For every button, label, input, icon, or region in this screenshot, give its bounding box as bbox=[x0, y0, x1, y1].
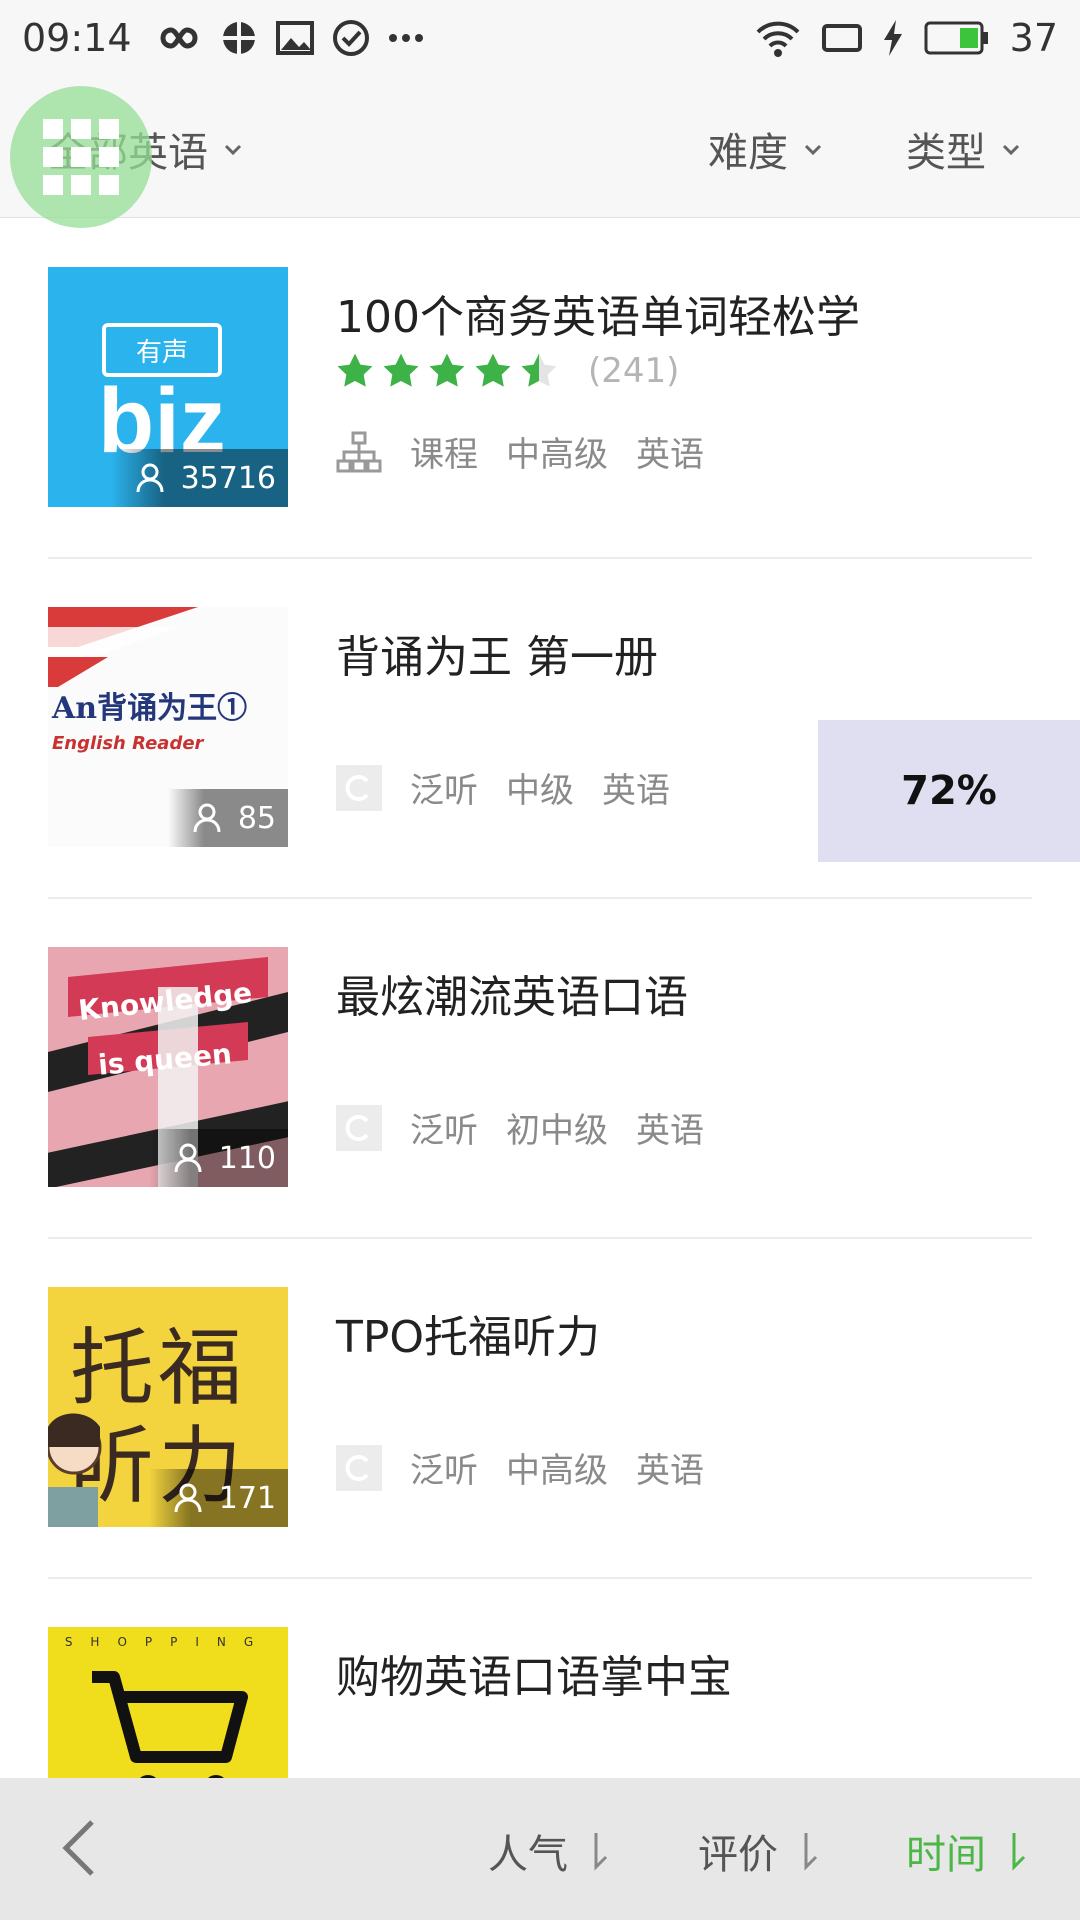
chevron-down-icon bbox=[1002, 144, 1020, 156]
battery-level: 37 bbox=[1009, 16, 1058, 60]
list-item[interactable]: Knowledge is queen 110 最炫潮流英语口语 泛听 初中级 英… bbox=[48, 899, 1032, 1239]
star-icon bbox=[429, 353, 465, 387]
tag-type: 泛听 bbox=[410, 1451, 478, 1491]
cover-subtitle: English Reader bbox=[52, 733, 204, 754]
course-meta: 泛听 初中级 英语 bbox=[336, 1103, 704, 1152]
person-icon bbox=[193, 803, 221, 833]
sort-down-icon bbox=[1012, 1833, 1026, 1871]
sort-time-button[interactable]: 时间 bbox=[906, 1822, 1028, 1880]
listener-count-value: 110 bbox=[218, 1140, 276, 1176]
more-icon bbox=[388, 33, 424, 43]
cover-title: An背诵为王① bbox=[52, 691, 248, 726]
status-bar: 09:14 37 bbox=[0, 0, 1080, 76]
person-icon bbox=[174, 1143, 202, 1173]
course-title: 背诵为王 第一册 bbox=[336, 632, 658, 683]
progress-percent-badge: 72% bbox=[818, 720, 1080, 862]
chevron-down-icon bbox=[224, 144, 242, 156]
course-meta: 泛听 中高级 英语 bbox=[336, 1443, 704, 1492]
course-title: TPO托福听力 bbox=[336, 1312, 601, 1363]
course-meta: 泛听 中级 英语 bbox=[336, 763, 670, 812]
filter-difficulty[interactable]: 难度 bbox=[708, 120, 824, 178]
filter-bar: 全部英语 难度 类型 bbox=[0, 76, 1080, 218]
chevron-down-icon bbox=[804, 144, 822, 156]
tag-level: 中高级 bbox=[506, 1451, 608, 1491]
course-cover: 有声 biz 35716 bbox=[48, 267, 288, 507]
listen-badge-icon bbox=[336, 1444, 382, 1491]
back-arrow-icon[interactable] bbox=[56, 1818, 106, 1878]
infinity-icon bbox=[150, 23, 202, 53]
listen-badge-icon bbox=[336, 1104, 382, 1151]
sort-bar: 人气 评价 时间 bbox=[0, 1778, 1080, 1920]
tag-language: 英语 bbox=[636, 435, 704, 475]
hierarchy-icon bbox=[336, 431, 382, 472]
wifi-icon bbox=[754, 18, 802, 58]
listener-count: 171 bbox=[148, 1469, 288, 1527]
cover-label: SHOPPING bbox=[64, 1635, 272, 1649]
filter-type[interactable]: 类型 bbox=[906, 120, 1022, 178]
course-meta: 课程 中高级 英语 bbox=[336, 427, 704, 476]
listen-badge-icon bbox=[336, 764, 382, 811]
tag-type: 泛听 bbox=[410, 1111, 478, 1151]
tag-type: 泛听 bbox=[410, 771, 478, 811]
tag-level: 中高级 bbox=[506, 435, 608, 475]
listener-count-value: 35716 bbox=[180, 460, 276, 496]
sort-time-label: 时间 bbox=[906, 1832, 986, 1878]
rating-stars: (241) bbox=[336, 351, 679, 391]
sort-rating-button[interactable]: 评价 bbox=[698, 1822, 820, 1880]
listener-count: 85 bbox=[167, 789, 288, 847]
grid-icon bbox=[43, 119, 119, 195]
grid-menu-button[interactable] bbox=[10, 86, 152, 228]
sort-popularity-button[interactable]: 人气 bbox=[488, 1822, 610, 1880]
cast-icon bbox=[821, 22, 862, 54]
filter-type-label: 类型 bbox=[906, 130, 986, 176]
star-icon bbox=[337, 353, 373, 387]
listener-count: 35716 bbox=[110, 449, 288, 507]
sort-down-icon bbox=[594, 1833, 608, 1871]
tag-language: 英语 bbox=[636, 1451, 704, 1491]
tag-language: 英语 bbox=[636, 1111, 704, 1151]
battery-icon bbox=[924, 21, 990, 55]
half-star-icon bbox=[521, 353, 557, 387]
person-icon bbox=[174, 1483, 202, 1513]
star-icon bbox=[475, 353, 511, 387]
charging-icon bbox=[882, 20, 904, 56]
list-item[interactable]: 有声 biz 35716 100个商务英语单词轻松学 (241) 课程 中高级 … bbox=[48, 219, 1032, 559]
tag-level: 中级 bbox=[506, 771, 574, 811]
girl-illustration bbox=[48, 1413, 102, 1527]
course-cover: An背诵为王① English Reader 85 bbox=[48, 607, 288, 847]
tag-type: 课程 bbox=[410, 435, 478, 475]
star-icon bbox=[383, 353, 419, 387]
course-title: 最炫潮流英语口语 bbox=[336, 972, 688, 1023]
sort-popularity-label: 人气 bbox=[488, 1832, 568, 1878]
listener-count-value: 171 bbox=[218, 1480, 276, 1516]
listener-count: 110 bbox=[148, 1129, 288, 1187]
check-circle-icon bbox=[332, 19, 370, 57]
filter-difficulty-label: 难度 bbox=[708, 130, 788, 176]
browser-icon bbox=[220, 19, 258, 57]
status-time: 09:14 bbox=[22, 16, 132, 60]
listener-count-value: 85 bbox=[237, 800, 276, 836]
course-cover: 托福 听力 171 bbox=[48, 1287, 288, 1527]
tag-language: 英语 bbox=[602, 771, 670, 811]
image-icon bbox=[275, 21, 314, 55]
list-item[interactable]: 托福 听力 171 TPO托福听力 泛听 中高级 英语 bbox=[48, 1239, 1032, 1579]
course-title: 购物英语口语掌中宝 bbox=[336, 1652, 732, 1703]
sort-down-icon bbox=[804, 1833, 818, 1871]
rating-count: (241) bbox=[588, 351, 680, 391]
sort-rating-label: 评价 bbox=[698, 1832, 778, 1878]
course-title: 100个商务英语单词轻松学 bbox=[336, 292, 860, 343]
person-icon bbox=[136, 463, 164, 493]
course-cover: Knowledge is queen 110 bbox=[48, 947, 288, 1187]
tag-level: 初中级 bbox=[506, 1111, 608, 1151]
